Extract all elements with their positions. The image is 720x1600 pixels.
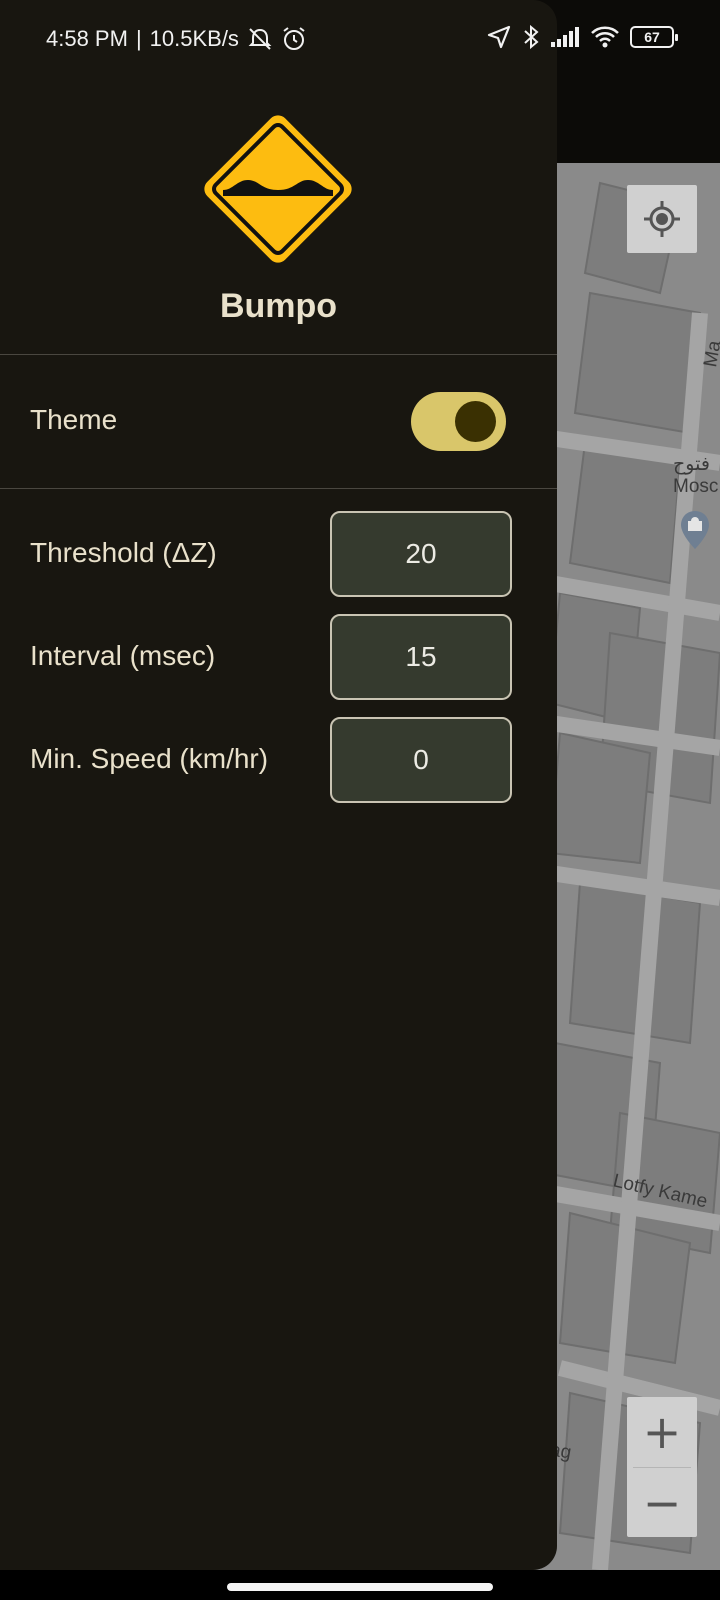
zoom-out-button[interactable]: −	[627, 1468, 697, 1538]
alarm-icon	[283, 27, 305, 50]
wifi-icon	[591, 26, 619, 48]
min-speed-input[interactable]: 0	[330, 717, 512, 803]
map-label-mosque: Mosc	[673, 476, 719, 497]
battery-icon: 67	[630, 26, 678, 48]
status-bar: 4:58 PM | 10.5KB/s 67	[0, 0, 720, 80]
interval-input[interactable]: 15	[330, 614, 512, 700]
bluetooth-icon	[524, 24, 539, 50]
network-speed: 10.5KB/s	[149, 26, 239, 51]
mosque-pin-icon[interactable]	[679, 509, 711, 551]
map-label-street: Ma	[700, 339, 720, 369]
signal-icon	[551, 27, 579, 47]
toggle-knob	[455, 401, 496, 442]
interval-label: Interval (msec)	[30, 640, 216, 671]
status-time: 4:58 PM	[46, 26, 128, 51]
threshold-label: Threshold (ΔZ)	[30, 537, 217, 568]
location-arrow-icon	[487, 25, 511, 49]
zoom-in-button[interactable]: +	[627, 1397, 697, 1467]
my-location-icon	[644, 201, 680, 237]
battery-level: 67	[644, 29, 660, 45]
app-title: Bumpo	[219, 287, 338, 325]
theme-toggle[interactable]	[411, 392, 506, 451]
home-indicator[interactable]	[227, 1583, 493, 1591]
map-label-arabic: فتوح	[673, 454, 710, 475]
threshold-input[interactable]: 20	[330, 511, 512, 597]
bump-road-sign-icon	[204, 115, 352, 263]
theme-label: Theme	[30, 404, 118, 435]
divider	[0, 354, 557, 355]
my-location-button[interactable]	[627, 185, 697, 253]
muted-bell-icon	[248, 28, 272, 50]
min-speed-label: Min. Speed (km/hr)	[30, 743, 269, 774]
zoom-controls: + −	[627, 1397, 697, 1537]
divider	[0, 488, 557, 489]
status-separator: |	[135, 26, 142, 51]
navigation-drawer: Bumpo Theme Threshold (ΔZ) 20 Interval (…	[0, 0, 557, 1570]
